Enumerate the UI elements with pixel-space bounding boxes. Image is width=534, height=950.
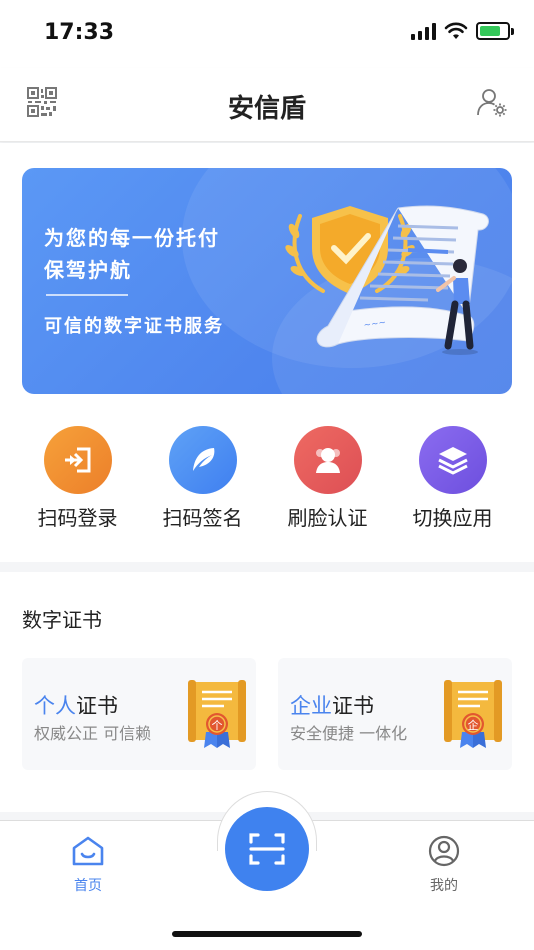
cert-title: 企业证书 [290, 694, 374, 718]
banner-headline-2: 保驾护航 [44, 258, 132, 282]
section-title: 数字证书 [22, 608, 102, 632]
svg-text:个: 个 [212, 719, 223, 732]
cellular-signal-icon [411, 22, 436, 40]
tab-label: 我的 [430, 878, 458, 894]
certificates-section: 数字证书 个人证书 权威公正 可信赖 个 企业证书 安全便捷 一体化 企 [0, 572, 534, 812]
home-icon [72, 836, 104, 866]
tab-mine[interactable]: 我的 [404, 835, 484, 895]
certificate-scroll-icon: 个 [188, 680, 246, 748]
nav-bar: 安信盾 [0, 68, 534, 142]
action-label: 刷脸认证 [287, 506, 368, 530]
certificate-scroll-icon: 企 [444, 680, 502, 748]
status-time: 17:33 [44, 20, 115, 45]
wifi-icon [444, 22, 468, 39]
personal-certificate-card[interactable]: 个人证书 权威公正 可信赖 个 [22, 658, 256, 770]
user-settings-icon[interactable] [476, 86, 508, 118]
scan-icon [249, 833, 285, 865]
tab-bar: 首页 我的 [0, 791, 534, 950]
cert-description: 权威公正 可信赖 [34, 724, 152, 743]
cert-description: 安全便捷 一体化 [290, 724, 408, 743]
scan-button[interactable] [225, 807, 309, 891]
svg-text:企: 企 [468, 718, 479, 732]
enterprise-certificate-card[interactable]: 企业证书 安全便捷 一体化 企 [278, 658, 512, 770]
battery-icon [476, 22, 514, 40]
action-scan-login[interactable]: 扫码登录 [15, 422, 140, 542]
action-face-auth[interactable]: 刷脸认证 [265, 422, 390, 542]
status-bar: 17:33 [0, 0, 534, 68]
user-profile-icon [428, 835, 460, 867]
action-scan-sign[interactable]: 扫码签名 [140, 422, 265, 542]
banner-headline-1: 为您的每一份托付 [44, 226, 220, 250]
status-icons [411, 22, 514, 40]
promo-banner[interactable]: 为您的每一份托付 保驾护航 可信的数字证书服务 ~~~ [22, 168, 512, 394]
tab-home[interactable]: 首页 [48, 835, 128, 895]
action-label: 扫码登录 [37, 506, 118, 530]
home-indicator [172, 931, 362, 937]
quick-actions: 扫码登录 扫码签名 刷脸认证 切换应用 [0, 422, 534, 542]
banner-divider [46, 294, 128, 296]
page-title: 安信盾 [227, 94, 306, 124]
face-icon [293, 426, 362, 494]
tab-label: 首页 [74, 878, 102, 894]
cert-title: 个人证书 [34, 694, 118, 718]
banner-subtitle: 可信的数字证书服务 [44, 316, 224, 337]
action-switch-app[interactable]: 切换应用 [390, 422, 515, 542]
certificate-illustration: ~~~ [285, 205, 489, 355]
layers-icon [418, 426, 487, 494]
login-icon [43, 426, 112, 494]
feather-icon [168, 426, 237, 494]
action-label: 扫码签名 [162, 506, 243, 530]
action-label: 切换应用 [412, 506, 493, 530]
